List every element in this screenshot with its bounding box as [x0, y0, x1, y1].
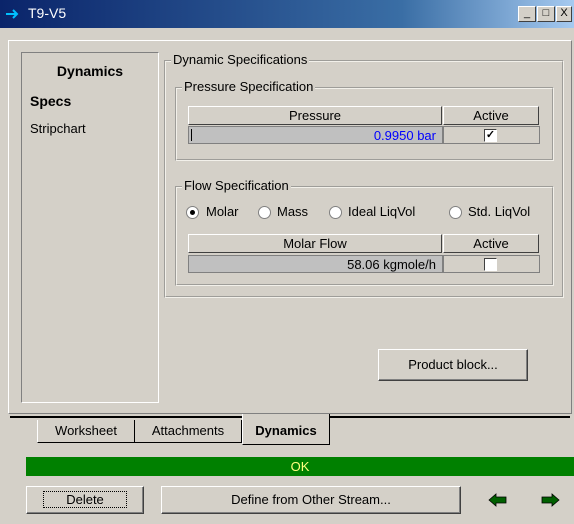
- nav-panel: Dynamics Specs Stripchart: [21, 52, 159, 403]
- pressure-specification-label: Pressure Specification: [182, 79, 316, 94]
- delete-button[interactable]: Delete: [26, 486, 144, 514]
- molar-flow-value-cell[interactable]: 58.06 kgmole/h: [188, 255, 443, 273]
- nav-item-specs[interactable]: Specs: [30, 93, 71, 109]
- product-block-button[interactable]: Product block...: [378, 349, 528, 381]
- flow-specification-label: Flow Specification: [182, 178, 291, 193]
- tab-worksheet[interactable]: Worksheet: [37, 420, 135, 443]
- nav-item-stripchart[interactable]: Stripchart: [30, 121, 86, 136]
- title-bar[interactable]: T9-V5 _ □ X: [0, 0, 574, 28]
- dynamic-specifications-label: Dynamic Specifications: [171, 52, 310, 67]
- pressure-column-header: Pressure: [188, 106, 442, 125]
- molar-radio-label: Molar: [206, 204, 239, 219]
- delete-button-label: Delete: [43, 491, 127, 508]
- status-bar: OK: [26, 457, 574, 476]
- ideal-liqvol-radio[interactable]: [329, 206, 342, 219]
- window-title: T9-V5: [28, 5, 67, 21]
- flow-active-column-header: Active: [443, 234, 539, 253]
- text-cursor: [191, 129, 192, 141]
- arrow-right-icon[interactable]: [540, 493, 560, 507]
- tab-attachments[interactable]: Attachments: [135, 420, 242, 443]
- close-button[interactable]: X: [556, 6, 572, 22]
- restore-button[interactable]: □: [537, 6, 555, 22]
- std-liqvol-radio[interactable]: [449, 206, 462, 219]
- arrow-left-icon[interactable]: [488, 493, 508, 507]
- stream-icon: [6, 9, 19, 19]
- minimize-button[interactable]: _: [518, 6, 536, 22]
- define-from-other-stream-button[interactable]: Define from Other Stream...: [161, 486, 461, 514]
- molar-radio[interactable]: [186, 206, 199, 219]
- std-liqvol-radio-label: Std. LiqVol: [468, 204, 531, 219]
- molar-flow-column-header: Molar Flow: [188, 234, 442, 253]
- pressure-active-checkbox[interactable]: ✓: [484, 129, 497, 142]
- flow-active-checkbox[interactable]: [484, 258, 497, 271]
- pressure-active-column-header: Active: [443, 106, 539, 125]
- nav-heading: Dynamics: [56, 63, 124, 79]
- tab-dynamics[interactable]: Dynamics: [242, 414, 330, 445]
- pressure-value-cell[interactable]: 0.9950 bar: [188, 126, 443, 144]
- mass-radio-label: Mass: [277, 204, 309, 219]
- ideal-liqvol-radio-label: Ideal LiqVol: [348, 204, 416, 219]
- mass-radio[interactable]: [258, 206, 271, 219]
